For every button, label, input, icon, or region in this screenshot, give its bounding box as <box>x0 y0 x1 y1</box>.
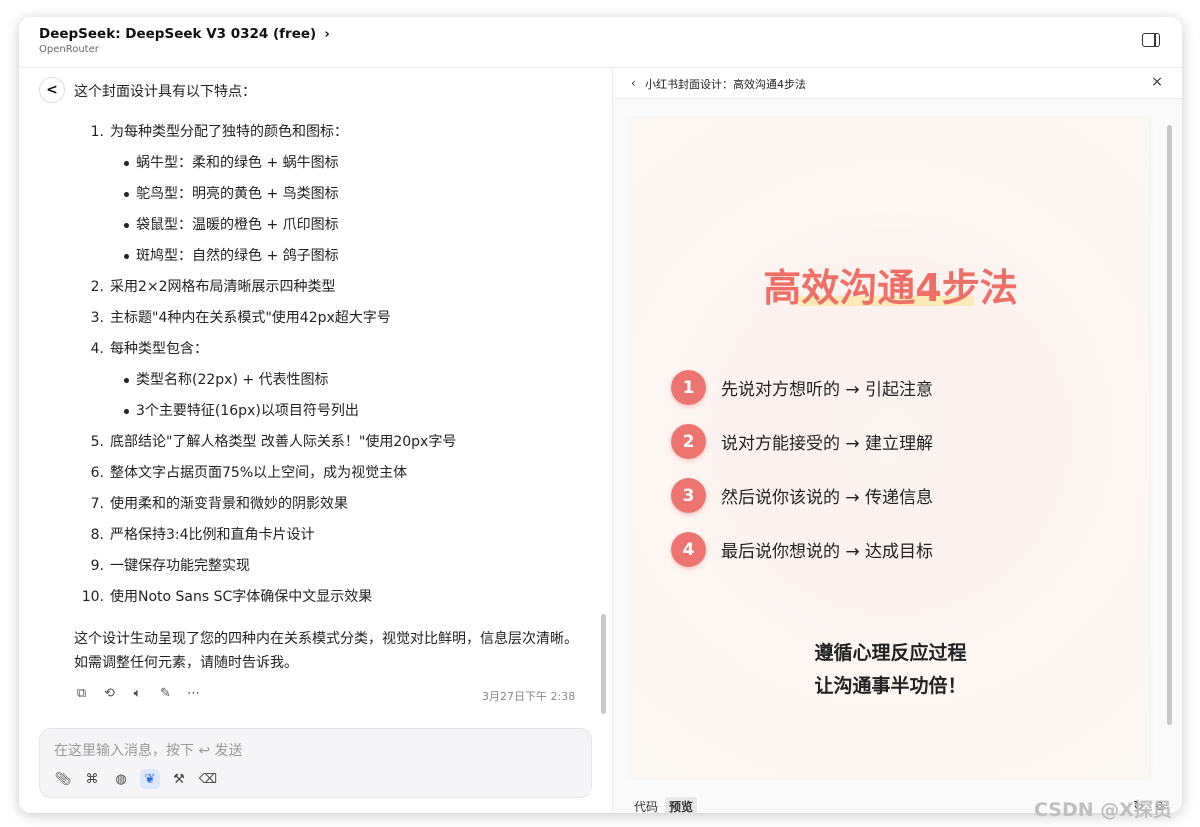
list-text: 整体文字占据页面75%以上空间，成为视觉主体 <box>110 465 408 481</box>
edit-icon[interactable]: ✎ <box>158 686 173 701</box>
list-item: 6. 整体文字占据页面75%以上空间，成为视觉主体 <box>69 458 599 489</box>
list-number: 5. <box>90 434 104 450</box>
list-text: 使用Noto Sans SC字体确保中文显示效果 <box>110 589 373 605</box>
watermark: CSDN @X探员 <box>1034 799 1172 821</box>
list-item: 5. 底部结论"了解人格类型 改善人际关系！"使用20px字号 <box>69 427 599 458</box>
list-subitem: 蜗牛型：柔和的绿色 + 蜗牛图标 <box>69 148 599 179</box>
list-number: 3. <box>90 310 104 326</box>
step-number-badge: 2 <box>671 424 706 459</box>
list-number: 6. <box>90 465 104 481</box>
leaf-icon[interactable]: ❦ <box>140 769 160 789</box>
globe-icon[interactable]: ◍ <box>111 769 131 789</box>
chevron-right-icon: › <box>324 26 330 42</box>
speaker-icon[interactable]: 🔈︎ <box>130 686 145 701</box>
close-icon[interactable]: × <box>1151 74 1163 90</box>
input-toolbar: 📎︎ ⌘ ◍ ❦ ⚒ ⌫ <box>53 769 218 789</box>
step-item: 3 然后说你该说的 → 传递信息 <box>671 478 933 513</box>
more-icon[interactable]: ⋯ <box>186 686 201 701</box>
list-subitem: 3个主要特征(16px)以项目符号列出 <box>69 396 599 427</box>
command-icon[interactable]: ⌘ <box>82 769 102 789</box>
list-number: 9. <box>90 558 104 574</box>
ai-avatar: < <box>39 77 65 103</box>
chevron-left-icon[interactable]: ‹ <box>631 76 636 90</box>
step-text: 然后说你该说的 → 传递信息 <box>721 488 934 508</box>
step-text: 说对方能接受的 → 建立理解 <box>721 434 934 454</box>
list-text: 使用柔和的渐变背景和微妙的阴影效果 <box>110 496 348 512</box>
list-subitem: 斑鸠型：自然的绿色 + 鸽子图标 <box>69 241 599 272</box>
message-intro: 这个封面设计具有以下特点： <box>74 84 256 100</box>
list-item: 3. 主标题"4种内在关系模式"使用42px超大字号 <box>69 303 599 334</box>
step-text: 最后说你想说的 → 达成目标 <box>721 542 934 562</box>
list-text: 底部结论"了解人格类型 改善人际关系！"使用20px字号 <box>110 434 457 450</box>
card-title: 高效沟通4步法 <box>763 266 1018 310</box>
list-item: 9. 一键保存功能完整实现 <box>69 551 599 582</box>
feature-list: 1. 为每种类型分配了独特的颜色和图标： 蜗牛型：柔和的绿色 + 蜗牛图标 鸵鸟型：明… <box>69 117 599 613</box>
step-number-badge: 4 <box>671 532 706 567</box>
list-item: 7. 使用柔和的渐变背景和微妙的阴影效果 <box>69 489 599 520</box>
model-selector[interactable]: DeepSeek: DeepSeek V3 0324 (free) › <box>39 26 330 42</box>
preview-scrollbar[interactable] <box>1167 125 1172 725</box>
model-title: DeepSeek: DeepSeek V3 0324 (free) <box>39 26 317 42</box>
list-number: 8. <box>90 527 104 543</box>
list-number: 2. <box>90 279 104 295</box>
list-text: 严格保持3:4比例和直角卡片设计 <box>110 527 315 543</box>
list-subitem: 鸵鸟型：明亮的黄色 + 鸟类图标 <box>69 179 599 210</box>
eraser-icon[interactable]: ⌫ <box>198 769 218 789</box>
list-number: 10. <box>81 589 104 605</box>
closing-line-1: 遵循心理反应过程 <box>814 642 967 664</box>
list-number: 4. <box>90 341 104 357</box>
model-provider: OpenRouter <box>39 44 99 55</box>
step-number-badge: 1 <box>671 370 706 405</box>
attach-icon[interactable]: 📎︎ <box>53 769 73 789</box>
input-placeholder: 在这里输入消息，按下 ↩ 发送 <box>54 743 243 759</box>
list-subitem: 袋鼠型：温暖的橙色 + 爪印图标 <box>69 210 599 241</box>
sidebar-toggle-icon[interactable] <box>1142 33 1160 47</box>
list-text: 采用2×2网格布局清晰展示四种类型 <box>110 279 336 295</box>
message-area[interactable]: < 这个封面设计具有以下特点： 1. 为每种类型分配了独特的颜色和图标： 蜗牛型：柔… <box>19 68 612 718</box>
list-text: 一键保存功能完整实现 <box>110 558 250 574</box>
closing-text: 遵循心理反应过程 让沟通事半功倍！ <box>632 637 1149 703</box>
message-timestamp: 3月27日下午 2:38 <box>482 690 576 703</box>
regenerate-icon[interactable]: ⟲ <box>102 686 117 701</box>
list-text: 主标题"4种内在关系模式"使用42px超大字号 <box>110 310 391 326</box>
header: DeepSeek: DeepSeek V3 0324 (free) › Open… <box>19 17 1182 68</box>
step-item: 4 最后说你想说的 → 达成目标 <box>671 532 933 567</box>
chat-panel: < 这个封面设计具有以下特点： 1. 为每种类型分配了独特的颜色和图标： 蜗牛型：柔… <box>19 68 612 813</box>
chat-scrollbar[interactable] <box>601 614 606 714</box>
tab-preview[interactable]: 预览 <box>665 797 698 813</box>
app-window: DeepSeek: DeepSeek V3 0324 (free) › Open… <box>19 17 1182 813</box>
hammer-icon[interactable]: ⚒ <box>169 769 189 789</box>
list-text: 为每种类型分配了独特的颜色和图标： <box>110 124 348 140</box>
list-item: 1. 为每种类型分配了独特的颜色和图标： <box>69 117 599 148</box>
preview-title: 小红书封面设计：高效沟通4步法 <box>645 78 806 91</box>
cover-card: 高效沟通4步法 1 先说对方想听的 → 引起注意 2 说对方能接受的 → 建立理解 3 然… <box>632 118 1149 778</box>
tab-code[interactable]: 代码 <box>630 797 662 813</box>
list-subitem: 类型名称(22px) + 代表性图标 <box>69 365 599 396</box>
list-item: 4. 每种类型包含： <box>69 334 599 365</box>
closing-line-2: 让沟通事半功倍！ <box>814 675 967 697</box>
message-actions: ⧉ ⟲ 🔈︎ ✎ ⋯ <box>74 686 201 701</box>
list-item: 2. 采用2×2网格布局清晰展示四种类型 <box>69 272 599 303</box>
step-item: 1 先说对方想听的 → 引起注意 <box>671 370 933 405</box>
message-summary: 这个设计生动呈现了您的四种内在关系模式分类，视觉对比鲜明，信息层次清晰。如需调整… <box>74 631 578 671</box>
step-number-badge: 3 <box>671 478 706 513</box>
message-input[interactable]: 在这里输入消息，按下 ↩ 发送 📎︎ ⌘ ◍ ❦ ⚒ ⌫ <box>39 728 592 798</box>
step-item: 2 说对方能接受的 → 建立理解 <box>671 424 933 459</box>
list-text: 每种类型包含： <box>110 341 208 357</box>
list-item: 10. 使用Noto Sans SC字体确保中文显示效果 <box>69 582 599 613</box>
list-number: 1. <box>90 124 104 140</box>
preview-panel: ‹ 小红书封面设计：高效沟通4步法 × 高效沟通4步法 1 先说对方想听的 → 引… <box>613 68 1182 813</box>
step-text: 先说对方想听的 → 引起注意 <box>721 380 934 400</box>
list-item: 8. 严格保持3:4比例和直角卡片设计 <box>69 520 599 551</box>
copy-icon[interactable]: ⧉ <box>74 686 89 701</box>
list-number: 7. <box>90 496 104 512</box>
preview-header: ‹ 小红书封面设计：高效沟通4步法 × <box>613 68 1182 99</box>
